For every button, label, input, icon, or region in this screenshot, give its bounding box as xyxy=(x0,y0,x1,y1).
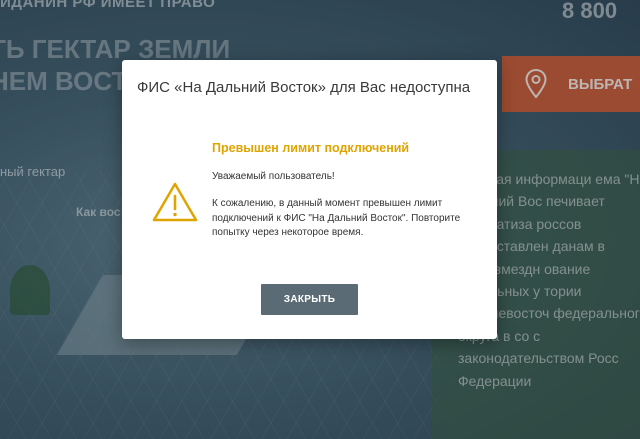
dialog-greeting: Уважаемый пользователь! xyxy=(212,171,335,182)
dialog-message: К сожалению, в данный момент превышен ли… xyxy=(212,198,461,239)
close-button[interactable]: ЗАКРЫТЬ xyxy=(261,284,358,315)
dialog-title: ФИС «На Дальний Восток» для Вас недоступ… xyxy=(137,79,471,96)
warning-triangle-icon xyxy=(152,182,198,222)
dialog-heading: Превышен лимит подключений xyxy=(212,141,410,155)
unavailable-dialog: ФИС «На Дальний Восток» для Вас недоступ… xyxy=(122,60,497,339)
